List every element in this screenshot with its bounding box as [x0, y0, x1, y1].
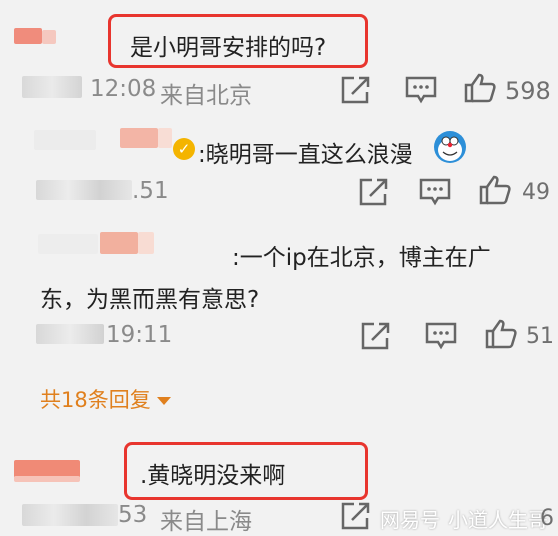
doraemon-emoji [432, 130, 468, 164]
comment-icon[interactable] [404, 74, 438, 106]
more-replies-label: 共18条回复 [40, 388, 151, 412]
verified-badge-icon: ✓ [173, 138, 195, 160]
username-blurred [42, 30, 56, 44]
comment-text: :晓明哥一直这么浪漫 [198, 142, 413, 168]
username-blurred[interactable] [38, 234, 98, 254]
comment-time: .51 [132, 178, 169, 204]
like-count: 49 [522, 180, 550, 205]
share-icon[interactable] [338, 500, 372, 532]
comment-time: 12:08 [90, 76, 157, 102]
comment-text-line2: 东，为黑而黑有意思? [40, 287, 260, 313]
share-icon[interactable] [358, 320, 392, 352]
like-icon[interactable] [463, 72, 497, 104]
share-icon[interactable] [338, 74, 372, 106]
like-count: 598 [505, 77, 551, 105]
username-blurred [138, 232, 154, 254]
watermark-right: 小道人生哥 [448, 508, 548, 532]
share-icon[interactable] [356, 176, 390, 208]
meta-blurred [22, 76, 82, 98]
comment-icon[interactable] [418, 176, 452, 208]
username-blurred[interactable] [14, 28, 42, 44]
comment-location: 来自上海 [160, 509, 252, 535]
meta-blurred [36, 324, 104, 344]
comment-text-line1: :一个ip在北京，博主在广 [232, 245, 491, 271]
comment-text: 是小明哥安排的吗? [130, 35, 327, 61]
more-replies-link[interactable]: 共18条回复 [40, 384, 171, 414]
username-blurred [14, 476, 80, 482]
like-count: 51 [526, 324, 554, 349]
meta-blurred [36, 180, 132, 200]
comment-location: 来自北京 [160, 83, 252, 109]
chevron-down-icon [156, 397, 171, 405]
meta-blurred [22, 504, 118, 526]
username-blurred [120, 128, 158, 148]
username-blurred [100, 232, 138, 254]
comment-text: .黄晓明没来啊 [140, 463, 286, 489]
comment-time: 53 [118, 502, 148, 528]
like-icon[interactable] [484, 318, 518, 350]
watermark-left: 网易号 [380, 508, 440, 532]
username-blurred[interactable] [34, 130, 96, 150]
like-icon[interactable] [478, 174, 512, 206]
username-blurred [158, 128, 172, 148]
comment-icon[interactable] [424, 320, 458, 352]
like-count: 6 [540, 506, 554, 531]
comment-time: 19:11 [106, 322, 173, 348]
